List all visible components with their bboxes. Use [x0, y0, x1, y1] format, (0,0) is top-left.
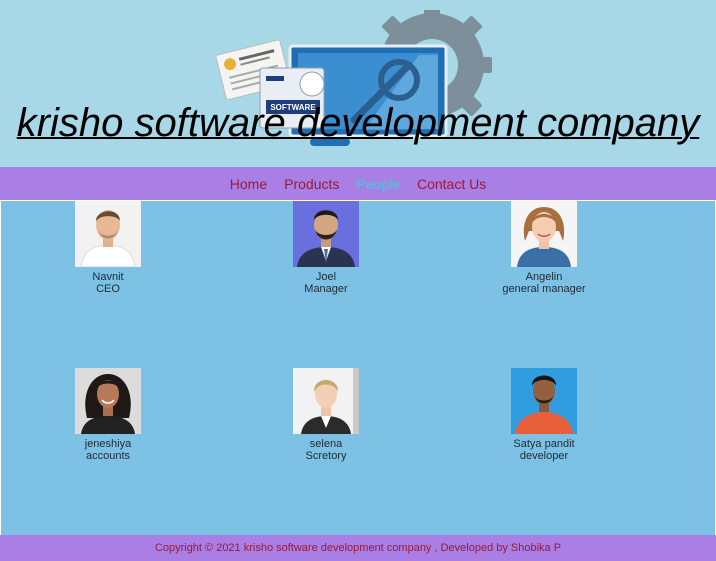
- person-name: Navnit: [92, 271, 124, 283]
- person-name: Angelin: [525, 271, 563, 283]
- person-role: Manager: [304, 283, 348, 295]
- copyright-text: Copyright © 2021 krisho software develop…: [154, 542, 562, 554]
- person-name: Satya pandit: [513, 438, 575, 450]
- person-name: Joel: [315, 271, 337, 283]
- people-grid: Navnit CEO Joel Manager Angelin general …: [1, 201, 715, 535]
- nav-item-people[interactable]: People: [356, 176, 400, 192]
- person-role: general manager: [502, 283, 586, 295]
- person-photo: [511, 201, 577, 267]
- person-card: jeneshiya accounts: [38, 368, 178, 462]
- person-photo: [511, 368, 577, 434]
- person-card: Satya pandit developer: [474, 368, 614, 462]
- person-role: accounts: [85, 450, 131, 462]
- person-role: CEO: [96, 283, 120, 295]
- person-photo: [293, 201, 359, 267]
- nav-item-home[interactable]: Home: [230, 176, 267, 192]
- nav-item-contact-us[interactable]: Contact Us: [417, 176, 486, 192]
- person-photo: [75, 368, 141, 434]
- person-role: Scretory: [305, 450, 347, 462]
- site-footer: Copyright © 2021 krisho software develop…: [0, 535, 716, 561]
- person-photo: [75, 201, 141, 267]
- nav-item-products[interactable]: Products: [284, 176, 339, 192]
- person-card: Joel Manager: [256, 201, 396, 295]
- main-nav: Home Products People Contact Us: [0, 167, 716, 200]
- person-role: developer: [519, 450, 569, 462]
- person-card: Angelin general manager: [474, 201, 614, 295]
- page-title: krisho software development company: [16, 101, 700, 145]
- person-card: Navnit CEO: [38, 201, 178, 295]
- person-name: jeneshiya: [84, 438, 132, 450]
- person-card: selena Scretory: [256, 368, 396, 462]
- person-name: selena: [309, 438, 343, 450]
- person-photo: [293, 368, 359, 434]
- site-header: SOFTWARE krisho software development com…: [0, 0, 716, 167]
